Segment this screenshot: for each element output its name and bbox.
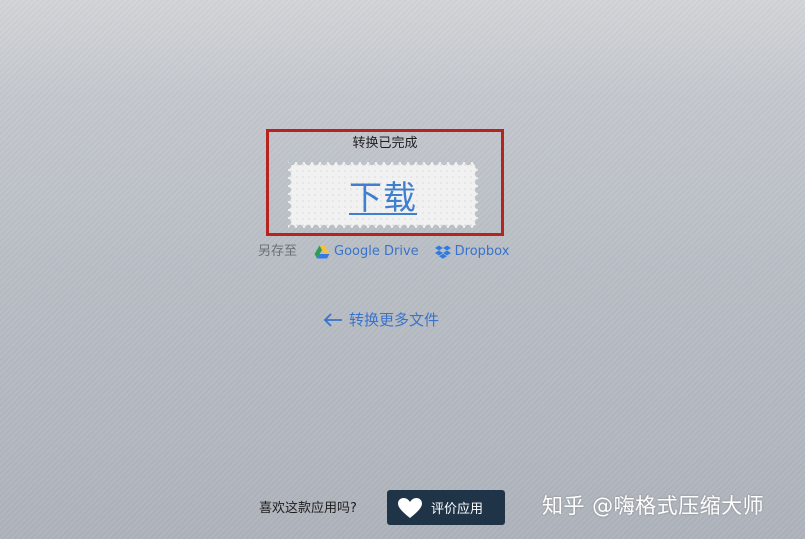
dropbox-label: Dropbox: [454, 244, 510, 259]
convert-more-files-link[interactable]: 转换更多文件: [323, 309, 439, 330]
dropbox-icon: [434, 245, 451, 259]
download-label: 下载: [349, 178, 417, 217]
watermark-text: 知乎 @嗨格式压缩大师: [542, 494, 765, 518]
rate-app-button[interactable]: 评价应用: [387, 490, 505, 525]
rate-app-label: 评价应用: [431, 502, 484, 517]
save-to-row: 另存至 Google Drive Dropbox: [258, 243, 525, 261]
google-drive-icon: [314, 245, 330, 259]
arrow-left-icon: [323, 312, 342, 327]
save-to-label: 另存至: [258, 244, 298, 259]
convert-more-label: 转换更多文件: [349, 311, 440, 329]
download-button[interactable]: 下载: [288, 162, 478, 228]
dropbox-link[interactable]: Dropbox: [434, 243, 510, 261]
google-drive-label: Google Drive: [334, 244, 419, 259]
rating-question: 喜欢这款应用吗?: [259, 501, 357, 516]
google-drive-link[interactable]: Google Drive: [314, 243, 419, 261]
heart-icon: [398, 497, 422, 518]
